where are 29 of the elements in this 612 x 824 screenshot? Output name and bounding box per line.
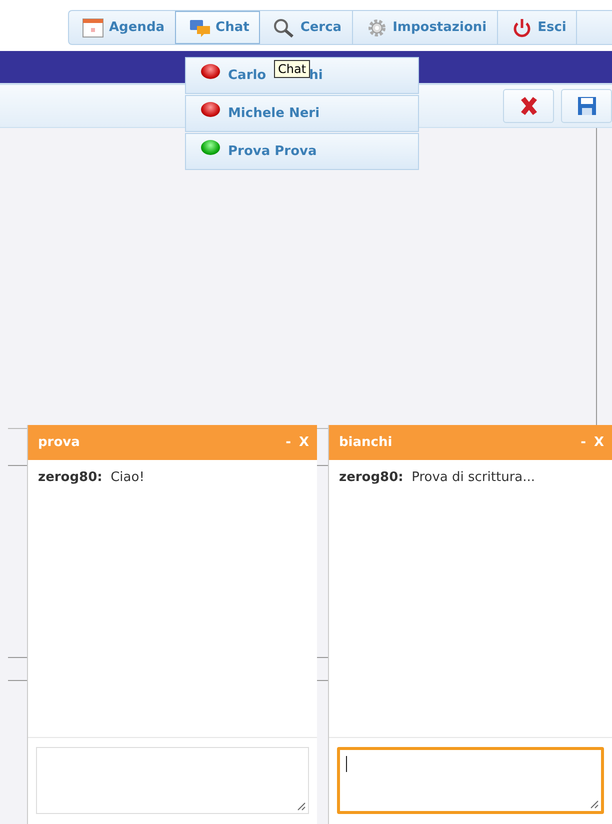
contact-menu-item[interactable]: Prova Prova xyxy=(185,133,419,170)
chat-bubbles-icon xyxy=(188,18,211,38)
search-icon xyxy=(273,18,296,38)
close-button[interactable]: X xyxy=(298,435,309,450)
save-button[interactable] xyxy=(561,89,612,123)
delete-button[interactable] xyxy=(503,89,554,123)
contact-name: hi xyxy=(309,68,323,83)
resize-grip-icon xyxy=(590,800,599,809)
close-button[interactable]: X xyxy=(594,435,604,450)
minimize-button[interactable]: - xyxy=(286,435,291,450)
nav-tab[interactable]: Impostazioni xyxy=(352,11,498,44)
contact-name: Carlo xyxy=(228,68,266,83)
nav-tab[interactable]: Esci xyxy=(498,11,578,44)
tooltip: Chat xyxy=(274,60,310,78)
chat-message: zerog80: Ciao! xyxy=(38,470,146,485)
chat-window-title: bianchi xyxy=(339,435,394,450)
message-input[interactable] xyxy=(36,747,309,814)
resize-grip-icon xyxy=(297,802,306,811)
settings-icon xyxy=(366,18,388,38)
chat-message: zerog80: Prova di scrittura... xyxy=(339,470,536,485)
message-input[interactable] xyxy=(337,747,604,814)
minimize-button[interactable]: - xyxy=(580,435,586,450)
contact-menu-item[interactable]: Michele Neri xyxy=(185,95,419,132)
nav-tab[interactable]: Cerca xyxy=(260,11,353,44)
calendar-icon xyxy=(82,18,104,38)
contact-name: Michele Neri xyxy=(228,106,320,121)
chat-window-title: prova xyxy=(38,435,81,450)
nav-tab[interactable]: Chat xyxy=(174,11,260,44)
contact-name: Prova Prova xyxy=(228,144,317,159)
